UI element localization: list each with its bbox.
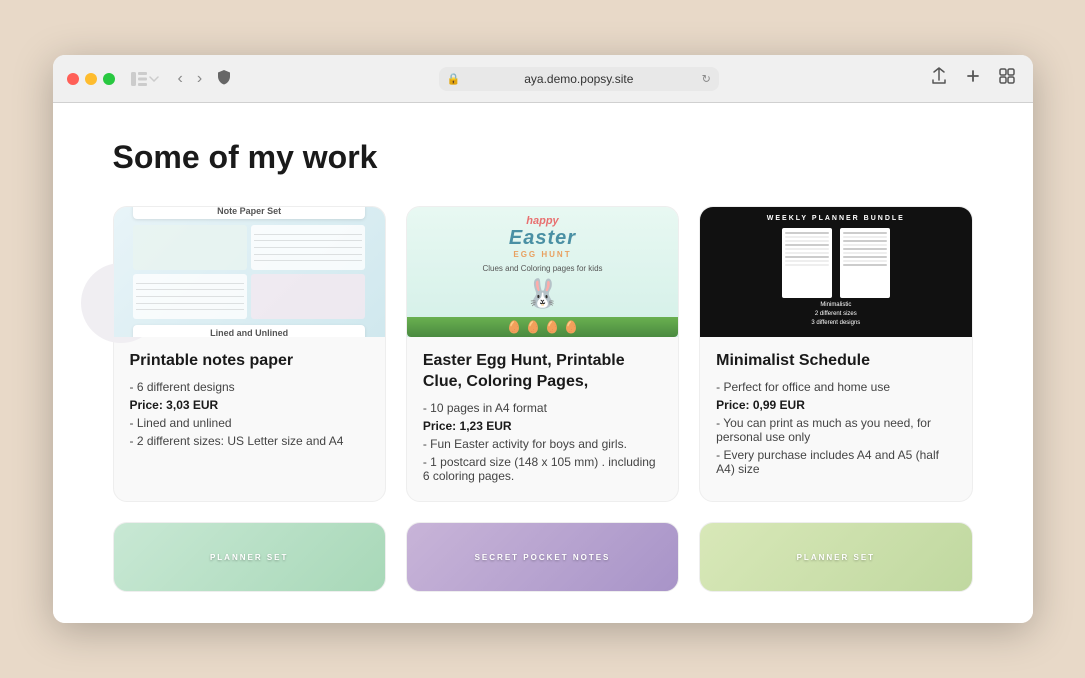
easter-bunny-icon: 🐰 <box>525 277 560 310</box>
bottom-card-3-image: PLANNER SET <box>700 523 971 592</box>
easter-egg-3: 🥚 <box>544 320 559 334</box>
easter-egg-2: 🥚 <box>526 320 541 334</box>
shield-icon <box>217 69 231 88</box>
reload-icon[interactable]: ↻ <box>702 72 711 85</box>
easter-hunt-text: EGG HUNT <box>509 250 576 259</box>
maximize-button[interactable] <box>103 73 115 85</box>
address-bar[interactable]: 🔒 aya.demo.popsy.site ↻ <box>439 67 719 91</box>
card-3-title: Minimalist Schedule <box>716 351 955 372</box>
card-1-title: Printable notes paper <box>130 351 369 372</box>
planner-sheet-2 <box>840 228 890 298</box>
card-2-body: Easter Egg Hunt, Printable Clue, Colorin… <box>407 337 678 501</box>
traffic-lights <box>67 73 115 85</box>
back-button[interactable]: ‹ <box>173 68 188 90</box>
section-title: Some of my work <box>113 139 973 176</box>
bottom-cards-grid: PLANNER SET SECRET POCKET NOTES PLANNER … <box>113 522 973 592</box>
card-1-body: Printable notes paper - 6 different desi… <box>114 337 385 466</box>
card-3[interactable]: WEEKLY PLANNER BUNDLE <box>699 206 972 502</box>
sidebar-toggle[interactable] <box>131 72 159 86</box>
card-1-image: Note Paper Set <box>114 207 385 337</box>
card-2-feature-2: - Fun Easter activity for boys and girls… <box>423 437 662 451</box>
easter-grass: 🥚 🥚 🥚 🥚 <box>407 317 678 337</box>
card-3-feature-3: - Every purchase includes A4 and A5 (hal… <box>716 448 955 476</box>
card-1-feature-2: - Lined and unlined <box>130 416 369 430</box>
note-paper-label: Note Paper Set <box>133 207 365 219</box>
card-2-feature-3: - 1 postcard size (148 x 105 mm) . inclu… <box>423 455 662 483</box>
bottom-card-3[interactable]: PLANNER SET <box>699 522 972 592</box>
card-2-title: Easter Egg Hunt, Printable Clue, Colorin… <box>423 351 662 393</box>
card-1-feature-1: - 6 different designs <box>130 380 369 394</box>
note-paper-lined-label: Lined and Unlined <box>133 325 365 337</box>
tab-overview-button[interactable] <box>995 66 1019 91</box>
bottom-card-3-label: PLANNER SET <box>793 549 879 566</box>
browser-window: ‹ › 🔒 aya.demo.popsy.site ↻ <box>53 55 1033 623</box>
planner-designs-label: 3 different designs <box>811 320 860 326</box>
card-3-price: Price: 0,99 EUR <box>716 398 955 412</box>
bottom-card-1[interactable]: PLANNER SET <box>113 522 386 592</box>
address-bar-container: 🔒 aya.demo.popsy.site ↻ <box>241 67 916 91</box>
cards-grid: Note Paper Set <box>113 206 973 502</box>
page-content: Some of my work Note Paper Set <box>53 103 1033 623</box>
card-1-feature-3: - 2 different sizes: US Letter size and … <box>130 434 369 448</box>
card-3-feature-1: - Perfect for office and home use <box>716 380 955 394</box>
easter-banner: happy Easter EGG HUNT <box>509 207 576 259</box>
new-tab-button[interactable] <box>961 66 985 91</box>
minimize-button[interactable] <box>85 73 97 85</box>
card-1[interactable]: Note Paper Set <box>113 206 386 502</box>
share-button[interactable] <box>927 65 951 92</box>
easter-happy-text: happy <box>509 215 576 227</box>
easter-egg-4: 🥚 <box>563 320 578 334</box>
planner-sheets <box>782 228 890 298</box>
card-2[interactable]: happy Easter EGG HUNT Clues and Coloring… <box>406 206 679 502</box>
planner-minimalistic-label: Minimalistic <box>811 302 860 308</box>
planner-sheet-1 <box>782 228 832 298</box>
card-3-feature-2: - You can print as much as you need, for… <box>716 416 955 444</box>
url-text: aya.demo.popsy.site <box>524 72 633 86</box>
card-1-price: Price: 3,03 EUR <box>130 398 369 412</box>
lock-icon: 🔒 <box>447 72 461 85</box>
planner-labels: Minimalistic 2 different sizes 3 differe… <box>811 302 860 326</box>
planner-title-bar: WEEKLY PLANNER BUNDLE <box>767 215 905 222</box>
card-2-feature-1: - 10 pages in A4 format <box>423 401 662 415</box>
bottom-card-2-label: SECRET POCKET NOTES <box>471 549 615 566</box>
bottom-card-2[interactable]: SECRET POCKET NOTES <box>406 522 679 592</box>
card-3-image: WEEKLY PLANNER BUNDLE <box>700 207 971 337</box>
planner-sizes-label: 2 different sizes <box>811 311 860 317</box>
card-2-price: Price: 1,23 EUR <box>423 419 662 433</box>
card-3-body: Minimalist Schedule - Perfect for office… <box>700 337 971 494</box>
card-2-image: happy Easter EGG HUNT Clues and Coloring… <box>407 207 678 337</box>
bottom-card-1-label: PLANNER SET <box>206 549 292 566</box>
close-button[interactable] <box>67 73 79 85</box>
easter-clues-text: Clues and Coloring pages for kids <box>482 264 602 273</box>
forward-button[interactable]: › <box>192 68 207 90</box>
easter-title-text: Easter <box>509 227 576 250</box>
toolbar-right <box>927 65 1019 92</box>
bottom-card-1-image: PLANNER SET <box>114 523 385 592</box>
browser-chrome: ‹ › 🔒 aya.demo.popsy.site ↻ <box>53 55 1033 103</box>
bottom-card-2-image: SECRET POCKET NOTES <box>407 523 678 592</box>
nav-buttons: ‹ › <box>173 68 208 90</box>
easter-egg-1: 🥚 <box>507 320 522 334</box>
